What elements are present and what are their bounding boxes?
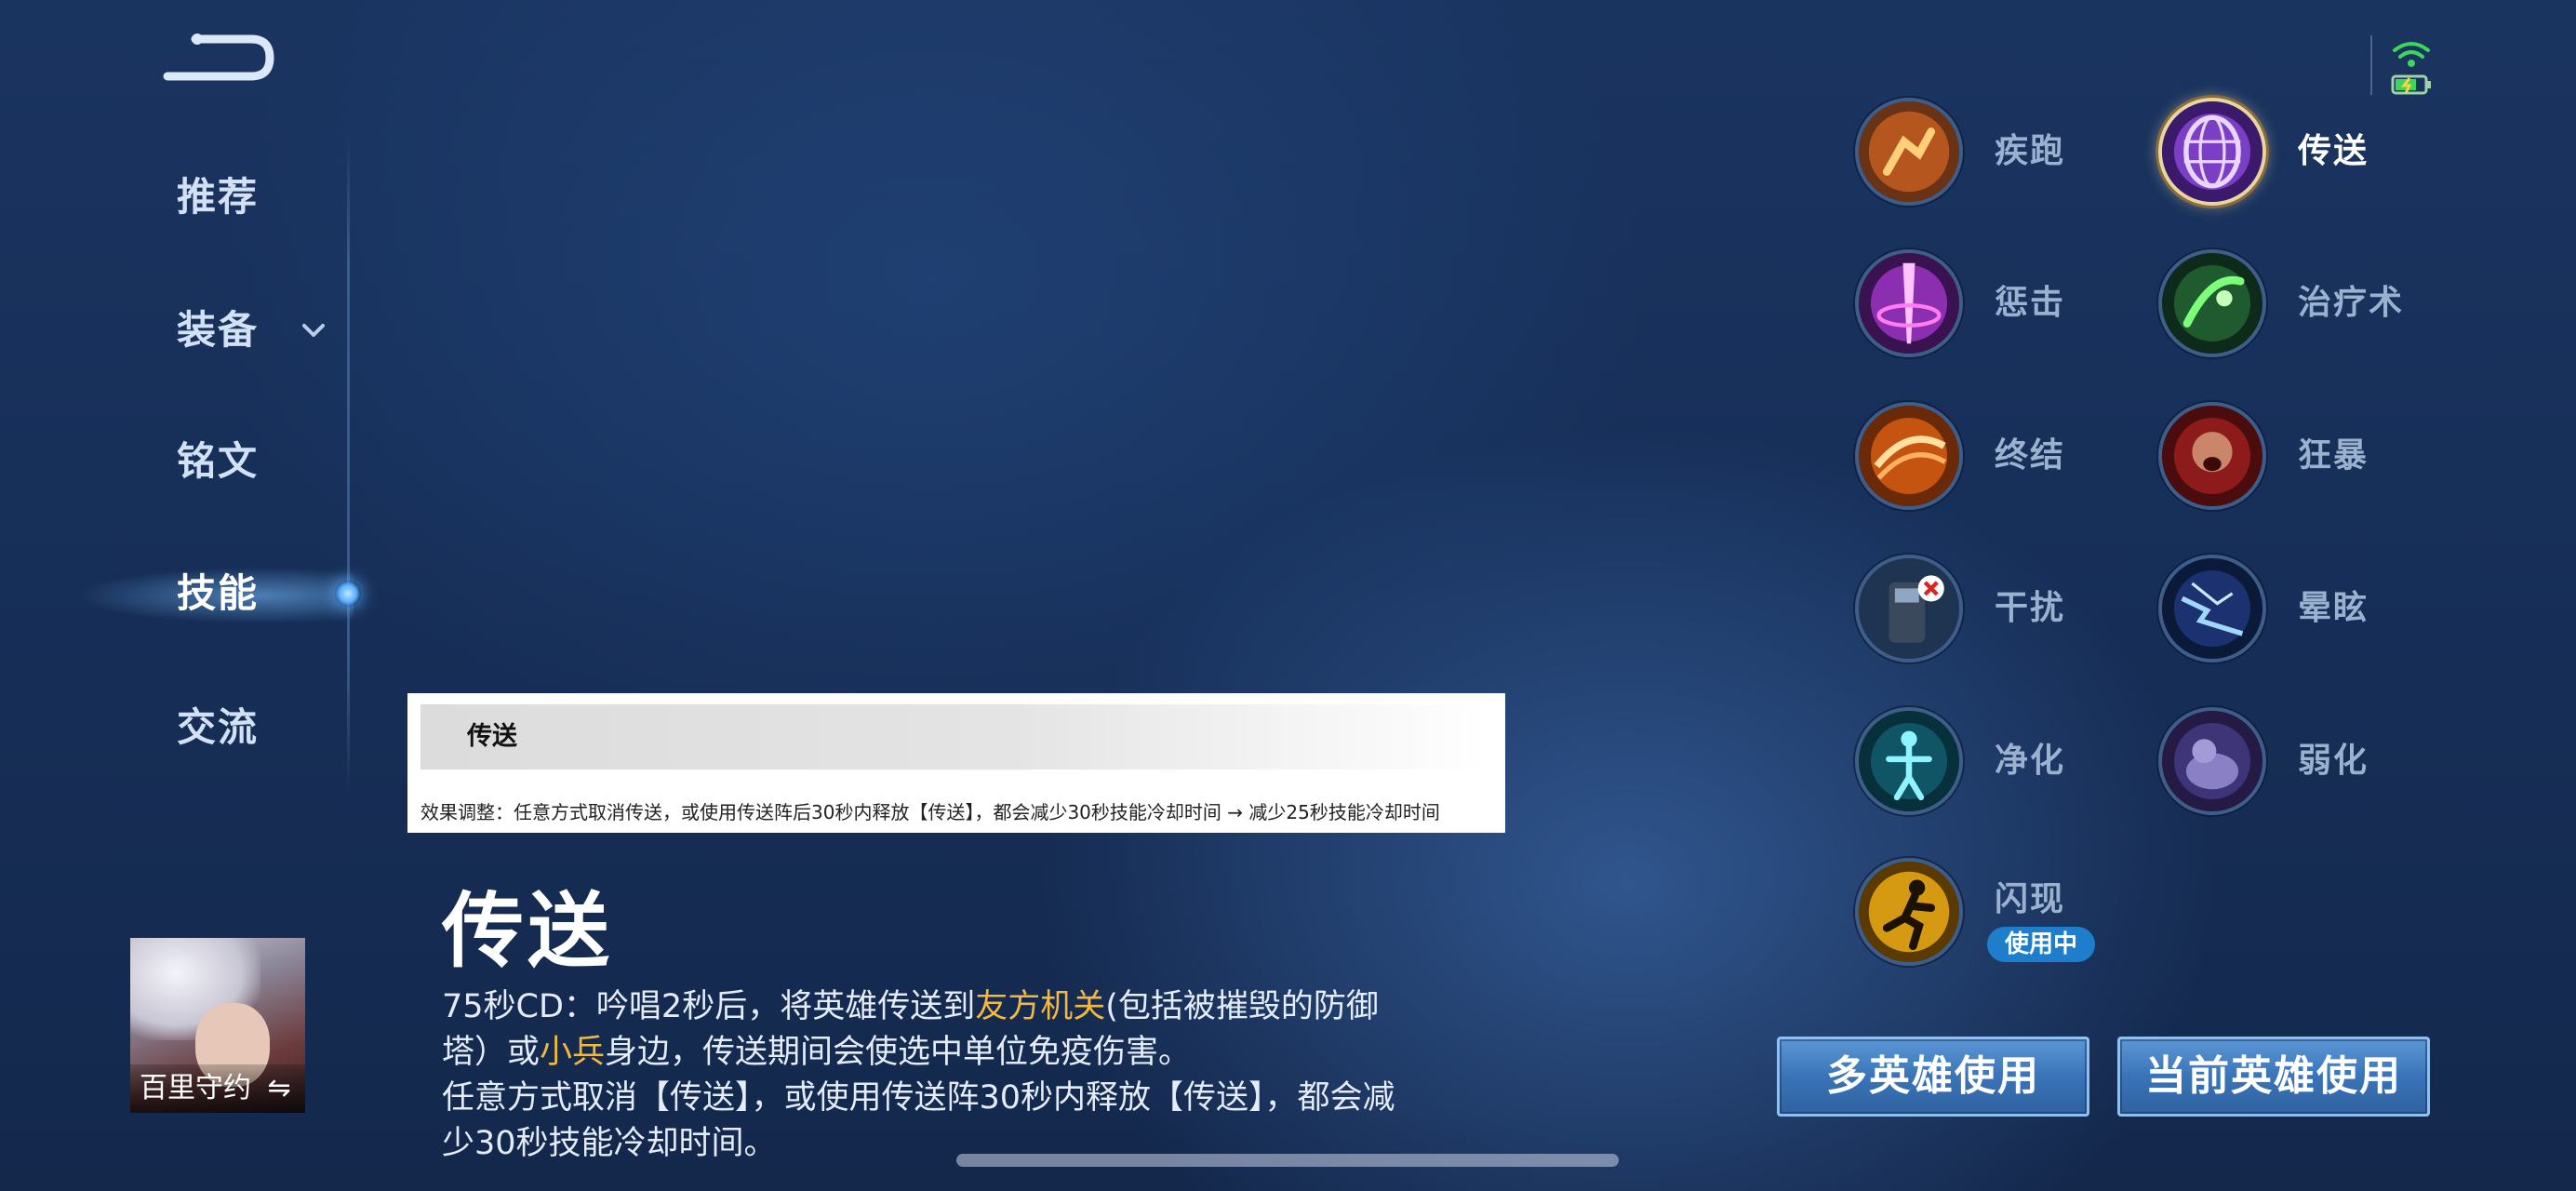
skill-name: 闪现 [1995, 880, 2066, 918]
tooltip-title: 传送 [467, 722, 517, 751]
status-divider [2370, 35, 2372, 95]
home-indicator[interactable] [956, 1154, 1619, 1167]
skill-rage[interactable]: 狂暴 [2158, 402, 2465, 514]
rage-icon [2158, 402, 2266, 510]
hero-name: 百里守约 [140, 1072, 251, 1104]
skill-name: 晕眩 [2298, 589, 2369, 627]
execute-icon [1855, 402, 1963, 510]
skill-name: 疾跑 [1995, 132, 2066, 170]
wifi-icon [2393, 42, 2430, 67]
multi-hero-use-button[interactable]: 多英雄使用 [1777, 1037, 2089, 1117]
tooltip-header: 传送 [420, 704, 1490, 769]
skill-stun[interactable]: 晕眩 [2158, 555, 2465, 666]
skill-heal[interactable]: 治疗术 [2158, 249, 2465, 361]
skill-title: 传送 [442, 883, 614, 979]
hero-switch-card[interactable]: 百里守约 ⇋ [130, 938, 305, 1113]
desc-highlight-minion: 小兵 [540, 1034, 606, 1071]
skill-weaken[interactable]: 弱化 [2158, 707, 2465, 819]
skill-smite[interactable]: 惩击 [1855, 249, 2162, 361]
nav-item-skill[interactable]: 技能 [177, 556, 259, 631]
skill-purify[interactable]: 净化 [1855, 707, 2162, 819]
skill-name: 治疗术 [2298, 284, 2405, 322]
heal-icon [2158, 249, 2266, 357]
desc-highlight-ally: 友方机关 [975, 988, 1106, 1025]
nav-divider [347, 135, 350, 796]
skill-disrupt[interactable]: 干扰 [1855, 555, 2162, 666]
back-arrow-icon [163, 33, 274, 81]
hero-name-label: 百里守约 ⇋ [130, 1064, 305, 1113]
status-indicators [2391, 42, 2431, 95]
skill-name: 狂暴 [2298, 436, 2369, 475]
teleport-icon [2158, 98, 2266, 206]
nav-item-equipment[interactable]: 装备 [177, 293, 259, 368]
skill-name: 干扰 [1995, 589, 2066, 627]
in-use-badge: 使用中 [1987, 927, 2095, 962]
skill-name: 净化 [1995, 742, 2066, 780]
weaken-icon [2158, 707, 2266, 815]
skill-tooltip: 传送 效果调整：任意方式取消传送，或使用传送阵后30秒内释放【传送】，都会减少3… [407, 693, 1505, 833]
skill-execute[interactable]: 终结 [1855, 402, 2162, 514]
skill-name: 传送 [2298, 132, 2369, 170]
skill-sprint[interactable]: 疾跑 [1855, 98, 2162, 209]
skill-description: 75秒CD：吟唱2秒后，将英雄传送到友方机关(包括被摧毁的防御塔）或小兵身边，传… [442, 984, 1409, 1167]
desc-part-2: 任意方式取消【传送】，或使用传送阵30秒内释放【传送】，都会减少30秒技能冷却时… [442, 1079, 1395, 1162]
switch-icon: ⇋ [267, 1072, 291, 1104]
tooltip-desc: 效果调整：任意方式取消传送，或使用传送阵后30秒内释放【传送】，都会减少30秒技… [420, 801, 1440, 823]
skill-name: 惩击 [1995, 284, 2066, 322]
desc-part: 75秒CD：吟唱2秒后，将英雄传送到 [442, 988, 976, 1025]
nav-item-communication[interactable]: 交流 [177, 690, 259, 765]
skill-name: 终结 [1995, 436, 2066, 475]
skill-flash[interactable]: 闪现 使用中 [1855, 858, 2162, 970]
chevron-down-icon[interactable] [300, 316, 327, 344]
sprint-icon [1855, 98, 1963, 206]
back-button[interactable] [158, 26, 279, 91]
flash-icon [1855, 858, 1963, 966]
stun-icon [2158, 555, 2266, 662]
nav-item-inscription[interactable]: 铭文 [177, 424, 259, 499]
disrupt-icon [1855, 555, 1963, 662]
skill-name: 弱化 [2298, 742, 2369, 780]
smite-icon [1855, 249, 1963, 357]
skill-teleport[interactable]: 传送 [2158, 98, 2465, 209]
purify-icon [1855, 707, 1963, 815]
desc-part: 身边，传送期间会使选中单位免疫伤害。 [605, 1034, 1192, 1071]
nav-active-indicator [335, 581, 361, 607]
current-hero-use-button[interactable]: 当前英雄使用 [2117, 1037, 2430, 1117]
battery-icon [2391, 74, 2431, 95]
nav-item-recommend[interactable]: 推荐 [177, 160, 259, 234]
